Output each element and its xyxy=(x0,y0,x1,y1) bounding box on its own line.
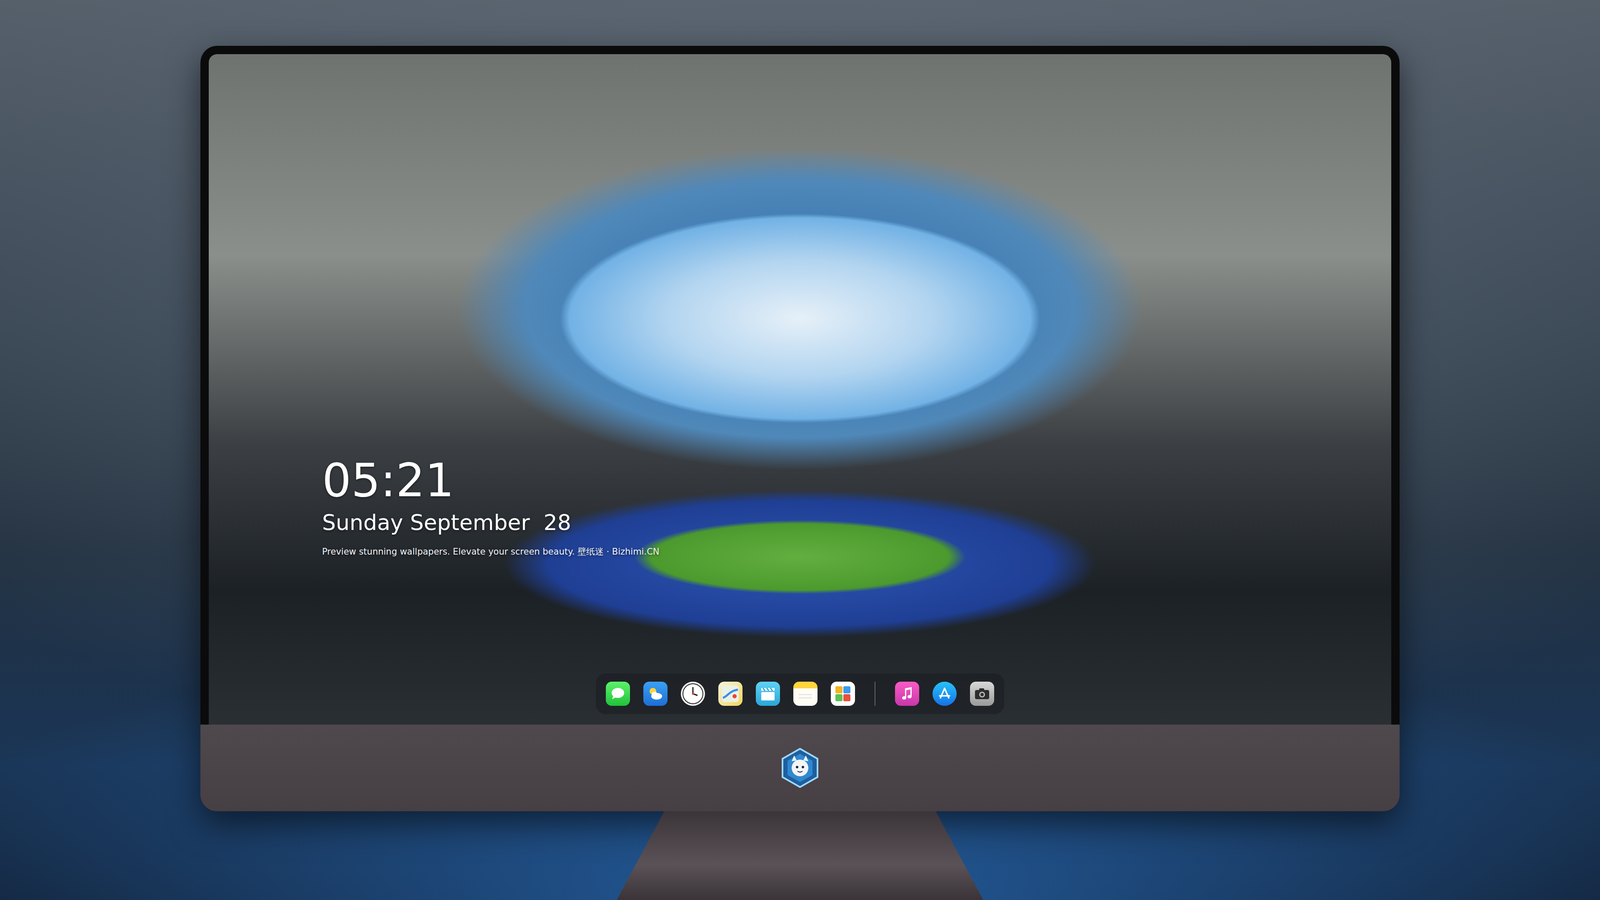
monitor-bezel: 05:21Sunday September 28 Preview stunning… xyxy=(200,45,1400,725)
monitor: 05:21Sunday September 28 Preview stunning… xyxy=(200,45,1400,812)
clock-date: Sunday September 28 xyxy=(322,508,572,538)
wallpaper-caption: Preview stunning wallpapers. Elevate you… xyxy=(322,545,660,558)
monitor-chin xyxy=(200,724,1400,812)
maps-icon[interactable] xyxy=(718,681,743,706)
mascot-logo-icon xyxy=(779,747,821,789)
dock-divider xyxy=(874,681,876,706)
video-icon[interactable] xyxy=(755,681,780,706)
monitor-stand xyxy=(616,811,984,900)
lock-info: 05:21Sunday September 28 Preview stunning… xyxy=(322,454,1392,558)
weather-icon[interactable] xyxy=(643,681,668,706)
lock-screen: 05:21Sunday September 28 Preview stunning… xyxy=(208,54,1392,725)
music-icon[interactable] xyxy=(895,681,920,706)
camera-icon[interactable] xyxy=(970,681,995,706)
clock-icon[interactable] xyxy=(680,681,705,706)
app-store-icon[interactable] xyxy=(932,681,957,706)
messages-icon[interactable] xyxy=(605,681,630,706)
dock xyxy=(595,673,1005,715)
clock-time: 05:21 xyxy=(322,454,455,508)
notes-icon[interactable] xyxy=(793,681,818,706)
page: 05:21Sunday September 28 Preview stunning… xyxy=(0,0,1600,900)
photos-icon[interactable] xyxy=(830,681,855,706)
